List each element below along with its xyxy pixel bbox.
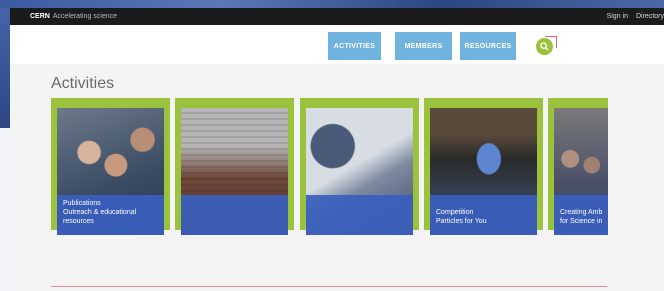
background-panel [0,128,10,291]
brand[interactable]: CERN Accelerating science [30,13,117,20]
card-photo [306,108,413,235]
nav-resources-button[interactable]: RESOURCES [460,32,516,60]
search-focus-ring [545,36,557,48]
card-photo: Competition Particles for You [430,108,537,235]
card-caption: Creating Amb for Science in [560,208,604,226]
activity-card[interactable]: Publications Outreach & educational reso… [51,98,170,235]
card-caption-line: Particles for You [436,218,487,225]
card-caption: Publications Outreach & educational reso… [63,199,160,226]
card-caption-line: Creating Amb [560,209,603,216]
section-divider [51,286,607,287]
card-photo: Creating Amb for Science in [554,108,608,235]
main-nav: ACTIVITIES MEMBERS RESOURCES [10,28,664,64]
brand-tagline: Accelerating science [52,13,118,20]
background-patch [0,8,10,128]
card-caption-line: Competition [436,209,474,216]
sign-in-link[interactable]: Sign in [607,13,628,20]
card-caption-line: Outreach & educational [63,209,137,216]
card-caption-overlay [306,195,413,235]
activity-card[interactable] [175,98,294,235]
card-caption-line: for Science in [560,218,603,225]
directory-link[interactable]: Directory [636,13,664,20]
activities-section: Activities Publications Outreach & educa… [10,64,664,291]
card-caption-overlay [181,195,288,235]
browser-window: CERN Accelerating science Sign in Direct… [10,8,664,291]
activity-card[interactable]: Creating Amb for Science in [548,98,608,235]
activity-card[interactable]: Competition Particles for You [424,98,543,235]
nav-activities-button[interactable]: ACTIVITIES [328,32,381,60]
card-photo [181,108,288,235]
top-links: Sign in Directory [607,13,664,20]
top-bar: CERN Accelerating science Sign in Direct… [10,8,664,25]
nav-members-button[interactable]: MEMBERS [395,32,452,60]
brand-name: CERN [30,13,50,20]
background-strip [0,0,664,8]
card-photo: Publications Outreach & educational reso… [57,108,164,235]
section-title: Activities [51,75,115,92]
card-caption-line: Publications [63,200,101,207]
card-caption-line: resources [63,218,94,225]
activity-card[interactable] [300,98,419,235]
card-caption: Competition Particles for You [436,208,533,226]
